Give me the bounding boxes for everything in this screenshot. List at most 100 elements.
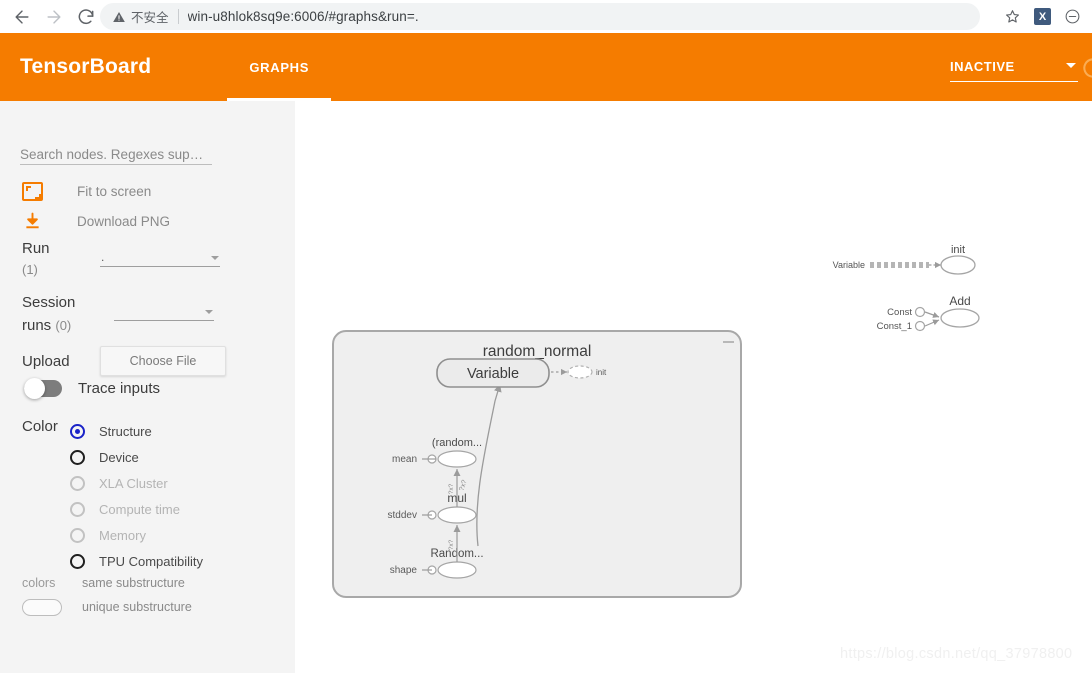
color-option-xla-cluster: XLA Cluster (70, 470, 203, 496)
tab-graphs[interactable]: GRAPHS (227, 33, 331, 101)
legend-node-add (940, 308, 980, 328)
trace-inputs-toggle[interactable] (24, 378, 62, 399)
session-value (114, 318, 115, 320)
edge-label: ?x? (448, 483, 455, 494)
cluster-title: random_normal (483, 343, 592, 360)
radio-icon (70, 501, 85, 517)
legend-unique-substructure: unique substructure (82, 600, 192, 614)
radio-icon (70, 527, 85, 543)
edge-label: ?x? (448, 539, 455, 550)
legend-same-substructure: same substructure (82, 576, 185, 590)
radio-icon (70, 553, 85, 569)
legend-swatch (22, 599, 62, 616)
color-option-label: Compute time (99, 501, 180, 517)
reload-button[interactable] (70, 1, 102, 33)
download-png-label: Download PNG (77, 213, 171, 229)
security-chip[interactable]: 不安全 (112, 7, 169, 26)
node-label: (random... (432, 437, 482, 449)
port-label-shape: shape (390, 565, 418, 576)
port-label-stddev: stddev (388, 510, 417, 521)
app-header: TensorBoard GRAPHS INACTIVE (0, 33, 1092, 101)
session-label-wrap: Session (22, 294, 114, 312)
legend-node-init (940, 255, 976, 275)
legend-port-const (914, 306, 926, 318)
chevron-down-icon (1066, 63, 1076, 68)
header-right: INACTIVE (950, 33, 1092, 101)
browser-toolbar: 不安全 win-u8hlok8sq9e:6006/#graphs&run=. X (0, 0, 1092, 33)
choose-file-button[interactable]: Choose File (100, 346, 226, 376)
run-dropdown[interactable]: . (100, 245, 220, 267)
minus-icon[interactable] (723, 341, 734, 343)
color-label: Color (22, 418, 58, 435)
arrow-right-icon (47, 9, 61, 24)
run-value: . (101, 250, 105, 264)
legend-port-const1 (914, 320, 926, 332)
radio-icon (70, 449, 85, 465)
omnibox-divider (177, 9, 179, 24)
node-variable-label: Variable (467, 366, 519, 382)
radio-icon (70, 423, 85, 439)
profile-button[interactable] (1064, 8, 1081, 25)
download-png-button[interactable]: Download PNG (22, 208, 170, 234)
color-option-compute-time: Compute time (70, 496, 203, 522)
graph-svg: random_normal ?x? Variable init (random.… (332, 244, 980, 598)
graph-canvas[interactable]: random_normal ?x? Variable init (random.… (295, 101, 1092, 673)
color-option-tpu-compatibility[interactable]: TPU Compatibility (70, 548, 203, 574)
session-sub-label: runs (22, 317, 52, 334)
color-option-device[interactable]: Device (70, 444, 203, 470)
refresh-icon (1083, 58, 1092, 78)
chevron-down-icon (211, 256, 219, 260)
radio-icon (70, 475, 85, 491)
legend-variable-label: Variable (833, 260, 865, 270)
session-sub-row: runs (0) (22, 317, 71, 334)
legend-edge-const1 (924, 319, 940, 327)
arrow-left-icon (15, 9, 29, 24)
color-option-label: Device (99, 449, 139, 465)
color-option-structure[interactable]: Structure (70, 418, 203, 444)
node-init[interactable] (567, 365, 593, 379)
status-badge: INACTIVE (950, 59, 1015, 74)
search-input[interactable]: Search nodes. Regexes sup… (20, 142, 212, 165)
forward-button[interactable] (38, 1, 70, 33)
chevron-down-icon (205, 310, 213, 314)
minus-circle-icon (1065, 9, 1080, 24)
extension-button[interactable]: X (1034, 8, 1051, 25)
watermark: https://blog.csdn.net/qq_37978800 (840, 646, 1073, 662)
download-icon (22, 211, 50, 232)
run-label-wrap: Run (22, 240, 100, 258)
trace-inputs-row: Trace inputs (24, 378, 160, 399)
legend-const1-label: Const_1 (877, 321, 912, 332)
color-option-memory: Memory (70, 522, 203, 548)
fit-to-screen-icon (22, 181, 50, 201)
legend-add-label: Add (949, 294, 970, 308)
url-text: win-u8hlok8sq9e:6006/#graphs&run=. (187, 9, 419, 24)
run-label: Run (22, 240, 50, 257)
status-dropdown[interactable]: INACTIVE (950, 52, 1078, 82)
search-placeholder: Search nodes. Regexes sup… (20, 147, 204, 162)
refresh-button[interactable] (1080, 55, 1092, 86)
session-runs-dropdown[interactable] (114, 299, 214, 321)
session-count: (0) (55, 318, 72, 333)
trace-inputs-label: Trace inputs (78, 380, 160, 397)
graph-legend: Variable init Const Const_1 Add (833, 244, 980, 332)
color-option-label: XLA Cluster (99, 475, 168, 491)
legend-const-label: Const (887, 307, 912, 318)
fit-to-screen-label: Fit to screen (77, 183, 152, 199)
color-option-label: Structure (99, 423, 152, 439)
address-bar[interactable]: 不安全 win-u8hlok8sq9e:6006/#graphs&run=. (100, 3, 980, 30)
port-label-mean: mean (392, 454, 417, 465)
color-option-label: Memory (99, 527, 146, 543)
legend-init-label: init (951, 244, 965, 256)
color-option-label: TPU Compatibility (99, 553, 204, 569)
back-button[interactable] (6, 1, 38, 33)
node-variable[interactable]: Variable (436, 358, 550, 388)
session-label: Session (22, 294, 76, 311)
star-icon (1005, 10, 1020, 23)
color-radio-group: Structure Device XLA Cluster Compute tim… (70, 418, 203, 574)
colors-legend-label: colors (22, 576, 56, 590)
fit-to-screen-button[interactable]: Fit to screen (22, 178, 151, 204)
app-logo: TensorBoard (20, 55, 152, 78)
upload-field: Upload Choose File (22, 346, 226, 376)
bookmark-button[interactable] (1004, 8, 1021, 25)
reload-icon (78, 8, 94, 24)
